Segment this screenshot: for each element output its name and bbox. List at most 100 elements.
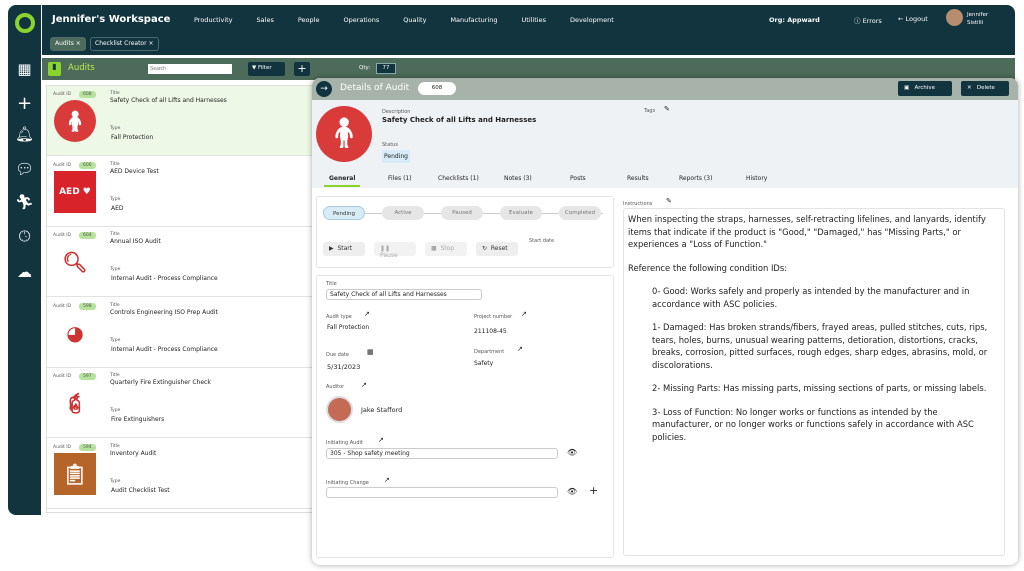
audit-id-badge: 598 bbox=[79, 302, 96, 310]
add-icon[interactable]: + bbox=[589, 484, 598, 497]
search-input[interactable] bbox=[148, 64, 232, 74]
title-label: Title bbox=[110, 232, 120, 237]
internal-audit-image: 🔍︎ bbox=[54, 241, 96, 283]
edit-tags-pencil-icon[interactable]: ✎ bbox=[664, 105, 670, 113]
condition-loss-of-function: 3- Loss of Function: No longer works or … bbox=[652, 406, 974, 442]
edit-instructions-pencil-icon[interactable]: ✎ bbox=[666, 197, 672, 205]
nav-sales[interactable]: Sales bbox=[257, 16, 274, 24]
add-icon[interactable]: + bbox=[8, 93, 41, 114]
project-number-value: 211108-45 bbox=[474, 328, 507, 335]
type-label: Type bbox=[110, 196, 121, 202]
audit-id-label: Audit ID bbox=[53, 374, 72, 379]
condition-missing-parts: 2- Missing Parts: Has missing parts, mis… bbox=[652, 383, 987, 393]
initiating-change-input[interactable] bbox=[326, 487, 558, 498]
add-audit-button[interactable]: + bbox=[294, 62, 310, 76]
status-label: Status bbox=[382, 142, 398, 148]
pause-button[interactable]: ❚❚ Pause bbox=[374, 242, 416, 259]
calendar-icon[interactable]: ▦ bbox=[367, 348, 374, 356]
logout-button[interactable]: ← Logout bbox=[898, 15, 928, 23]
title-label: Title bbox=[110, 443, 120, 449]
instructions-paragraph: When inspecting the straps, harnesses, s… bbox=[628, 214, 986, 249]
nav-operations[interactable]: Operations bbox=[343, 16, 379, 24]
running-icon[interactable]: 🏃︎ bbox=[8, 193, 41, 211]
external-link-icon[interactable]: ↗ bbox=[517, 345, 523, 353]
bell-icon[interactable]: 🔔︎ bbox=[8, 125, 41, 143]
title-label: Title bbox=[110, 161, 120, 167]
details-header: → Details of Audit 608 ▣ Archive ✕ Delet… bbox=[312, 78, 1018, 100]
archive-button[interactable]: ▣ Archive bbox=[898, 81, 952, 96]
external-link-icon[interactable]: ↗ bbox=[384, 476, 390, 484]
title-input[interactable]: Safety Check of all Lifts and Harnesses bbox=[326, 289, 482, 300]
audit-id-label: Audit ID bbox=[53, 92, 72, 97]
step-active[interactable]: Active bbox=[382, 206, 424, 220]
audit-type: Fall Protection bbox=[111, 134, 154, 141]
tab-general[interactable]: General bbox=[324, 175, 361, 187]
external-link-icon[interactable]: ↗ bbox=[364, 310, 370, 318]
due-date-value: 5/31/2023 bbox=[327, 363, 361, 371]
step-pending[interactable]: Pending bbox=[323, 206, 365, 220]
audit-list-item[interactable]: Audit ID 594 📋︎ Title Inventory Audit Ty… bbox=[47, 439, 315, 509]
tab-reports[interactable]: Reports (3) bbox=[679, 175, 712, 182]
info-icon: ⓘ bbox=[854, 17, 861, 25]
stop-icon: ■ bbox=[431, 245, 437, 252]
user-avatar[interactable] bbox=[946, 9, 963, 26]
audits-toolbar: ▮ Audits ▼ Filter + Qty: 77 bbox=[42, 58, 1015, 80]
nav-quality[interactable]: Quality bbox=[403, 16, 426, 24]
audit-type: Internal Audit - Process Compliance bbox=[111, 345, 218, 353]
pause-icon: ❚❚ bbox=[380, 245, 391, 252]
nav-productivity[interactable]: Productivity bbox=[194, 16, 233, 24]
step-paused[interactable]: Paused bbox=[441, 206, 483, 220]
external-link-icon[interactable]: ↗ bbox=[361, 381, 367, 389]
audits-icon: ▮ bbox=[48, 62, 61, 76]
audits-title: Audits bbox=[68, 63, 95, 73]
details-summary: 🧍︎ Description Safety Check of all Lifts… bbox=[312, 100, 1018, 188]
reset-icon: ↻ bbox=[482, 245, 488, 252]
step-evaluate[interactable]: Evaluate bbox=[500, 206, 542, 220]
tab-notes[interactable]: Notes (3) bbox=[504, 175, 532, 182]
chat-icon[interactable]: 💬︎ bbox=[8, 160, 41, 178]
tab-audits[interactable]: Audits × bbox=[50, 37, 86, 51]
tab-results[interactable]: Results bbox=[627, 175, 649, 182]
arrow-right-icon[interactable]: → bbox=[316, 81, 332, 97]
reset-button[interactable]: ↻ Reset bbox=[476, 242, 518, 256]
external-link-icon[interactable]: ↗ bbox=[378, 436, 384, 444]
audit-type: Internal Audit - Process Compliance bbox=[111, 275, 218, 282]
details-tabs: General Files (1) Checklists (1) Notes (3) P… bbox=[312, 174, 1018, 188]
external-link-icon[interactable]: ↗ bbox=[521, 310, 527, 318]
start-date-label: Start date bbox=[529, 238, 555, 244]
nav-utilities[interactable]: Utilities bbox=[522, 16, 546, 24]
type-label: Type bbox=[110, 126, 121, 131]
audit-list-item[interactable]: Audit ID 608 🧍︎ Title Safety Check of al… bbox=[47, 86, 315, 156]
initiating-audit-input[interactable]: 305 - Shop safety meeting bbox=[326, 448, 558, 459]
workflow-panel: Pending Active Paused Evaluate Completed ▶ S… bbox=[316, 196, 614, 268]
audit-list-item[interactable]: Audit ID 597 🧯︎ Title Quarterly Fire Ext… bbox=[47, 368, 315, 438]
step-completed[interactable]: Completed bbox=[559, 206, 601, 220]
condition-damaged: 1- Damaged: Has broken strands/fibers, f… bbox=[652, 322, 988, 370]
apps-grid-icon[interactable]: ▦ bbox=[8, 60, 41, 78]
tab-files[interactable]: Files (1) bbox=[388, 175, 412, 182]
audit-id-label: Audit ID bbox=[53, 303, 72, 309]
audit-list-item[interactable]: Audit ID 598 ◕ Title Controls Engineerin… bbox=[47, 298, 315, 368]
nav-manufacturing[interactable]: Manufacturing bbox=[450, 16, 497, 24]
tab-posts[interactable]: Posts bbox=[570, 175, 586, 182]
audit-list-item[interactable]: Audit ID 606 AED ♥ Title AED Device Test… bbox=[47, 157, 315, 227]
audit-title: Controls Engineering ISO Prep Audit bbox=[110, 308, 218, 316]
nav-development[interactable]: Development bbox=[570, 16, 614, 24]
delete-button[interactable]: ✕ Delete bbox=[961, 81, 1009, 96]
stop-button[interactable]: ■ Stop bbox=[425, 242, 467, 256]
start-button[interactable]: ▶ Start bbox=[323, 242, 365, 256]
errors-button[interactable]: ⓘ Errors bbox=[854, 15, 882, 25]
auditor-label: Auditor bbox=[326, 384, 345, 390]
audit-list-item[interactable]: Audit ID 604 🔍︎ Title Annual ISO Audit T… bbox=[47, 227, 315, 297]
cloud-upload-icon[interactable]: ☁ bbox=[8, 263, 41, 281]
filter-button[interactable]: ▼ Filter bbox=[248, 62, 285, 76]
tab-checklists[interactable]: Checklists (1) bbox=[438, 175, 479, 182]
tab-history[interactable]: History bbox=[746, 175, 767, 182]
nav-people[interactable]: People bbox=[298, 16, 320, 24]
eye-icon[interactable]: 👁︎ bbox=[567, 448, 577, 457]
tab-checklist-creator[interactable]: Checklist Creator × bbox=[90, 37, 159, 51]
harness-image: 🧍︎ bbox=[316, 106, 372, 162]
audit-id-label: Audit ID bbox=[53, 233, 72, 238]
eye-icon[interactable]: 👁︎ bbox=[567, 487, 577, 496]
clock-icon[interactable]: 🕓︎ bbox=[8, 227, 41, 245]
